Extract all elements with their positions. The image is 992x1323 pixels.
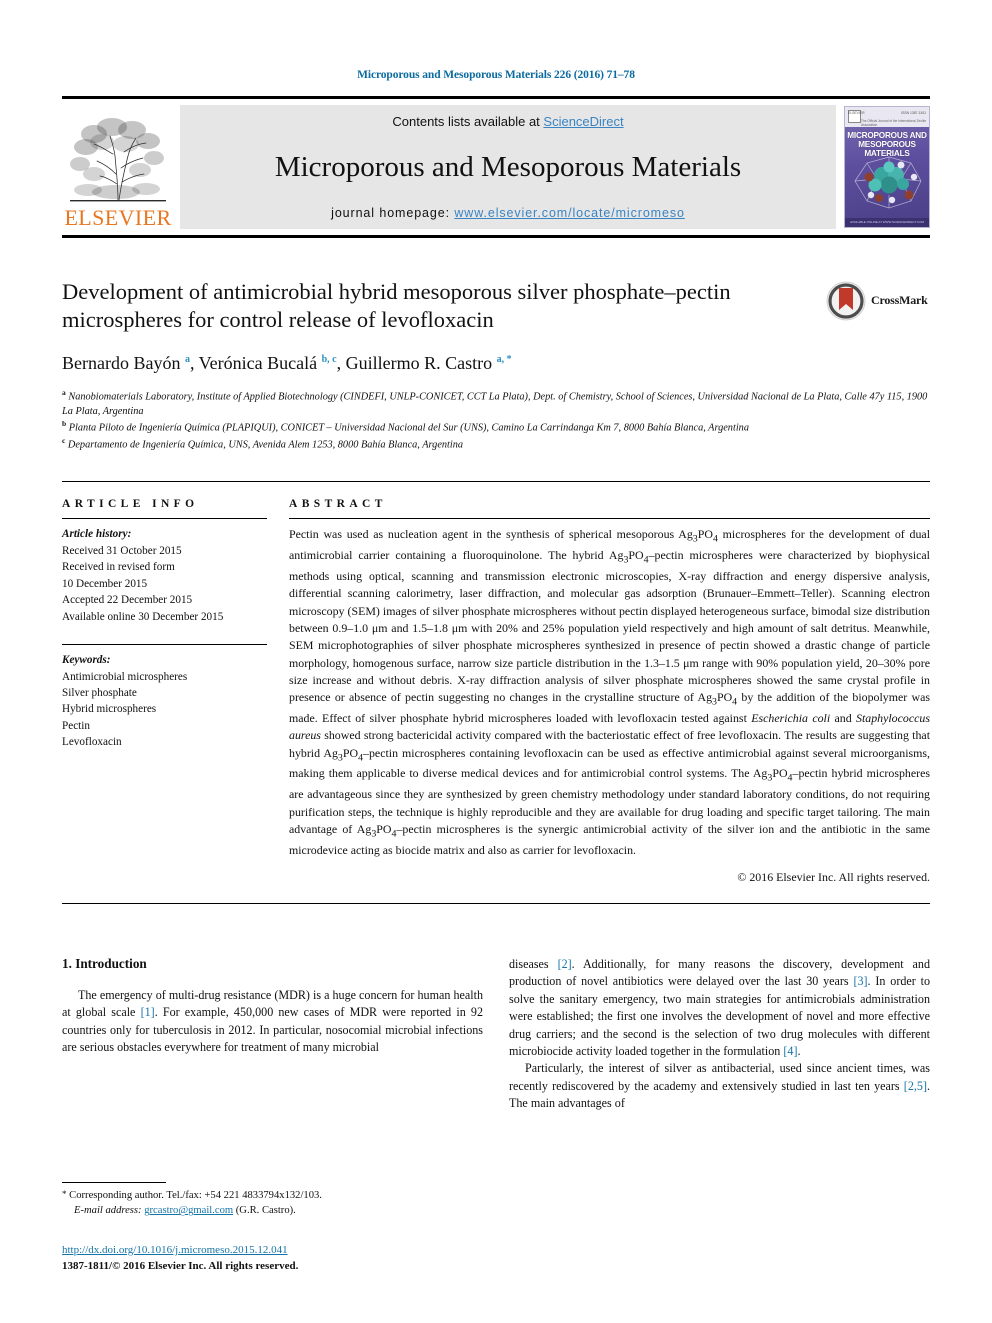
info-abstract-region: ARTICLE INFO Article history: Received 3… — [62, 481, 930, 885]
body-column-right: diseases [2]. Additionally, for many rea… — [509, 956, 930, 1113]
crossmark-label: CrossMark — [871, 293, 928, 307]
article-info-rule — [62, 518, 267, 520]
journal-title: Microporous and Mesoporous Materials — [274, 150, 742, 183]
contents-line: Contents lists available at ScienceDirec… — [392, 114, 623, 129]
intro-paragraph-right-1: diseases [2]. Additionally, for many rea… — [509, 956, 931, 1058]
article-history-item: Available online 30 December 2015 — [62, 610, 224, 623]
affiliation-item: b Planta Piloto de Ingeniería Química (P… — [62, 419, 749, 434]
cover-top-left-text: ELSEVIER — [848, 110, 865, 115]
affiliation-marker: c — [62, 436, 66, 446]
article-first-page: Microporous and Mesoporous Materials 226… — [0, 0, 992, 1323]
title-block: CrossMark Development of antimicrobial h… — [62, 278, 930, 454]
section-heading-introduction: 1. Introduction — [62, 955, 147, 971]
sciencedirect-link[interactable]: ScienceDirect — [543, 114, 623, 129]
author-list: Bernardo Bayón a, Verónica Bucalá b, c, … — [62, 353, 512, 374]
elsevier-wordmark: ELSEVIER — [64, 204, 172, 230]
footer-doi-region: http://dx.doi.org/10.1016/j.micromeso.20… — [62, 1243, 298, 1275]
corresponding-author-line: * Corresponding author. Tel./fax: +54 22… — [62, 1189, 322, 1201]
keyword-item: Antimicrobial microspheres — [62, 670, 188, 683]
keyword-item: Silver phosphate — [62, 687, 137, 700]
footnote-rule — [62, 1182, 166, 1183]
abstract-column: ABSTRACT Pectin was used as nucleation a… — [289, 498, 930, 885]
cover-subtitle: The Official Journal of the Internationa… — [861, 118, 927, 127]
abstract-rule — [289, 518, 930, 520]
article-info-column: ARTICLE INFO Article history: Received 3… — [62, 498, 267, 885]
page-title: Development of antimicrobial hybrid meso… — [62, 278, 731, 333]
keywords-label: Keywords: — [62, 654, 111, 667]
journal-masthead: ELSEVIER Contents lists available at Sci… — [62, 95, 930, 238]
cover-header-band: ELSEVIER ISSN 1387-1811 The Official Jou… — [845, 106, 929, 127]
elsevier-tree-icon — [66, 114, 170, 206]
cover-footer-band: AVAILABLE ONLINE AT WWW.SCIENCEDIRECT.CO… — [845, 217, 929, 227]
article-history-block: Article history: Received 31 October 201… — [62, 526, 267, 625]
body-columns: 1. Introduction The emergency of multi-d… — [62, 956, 930, 1113]
article-history-label: Article history: — [62, 528, 132, 541]
email-link[interactable]: grcastro@gmail.com — [144, 1205, 233, 1216]
cover-molecule-artwork — [854, 156, 922, 208]
journal-homepage-link[interactable]: www.elsevier.com/locate/micromeso — [454, 206, 684, 220]
abstract-heading: ABSTRACT — [289, 498, 387, 511]
keywords-block: Keywords: Antimicrobial microspheres Silv… — [62, 652, 267, 751]
journal-homepage-line: journal homepage: www.elsevier.com/locat… — [331, 206, 685, 220]
affiliation-item: a Nanobiomaterials Laboratory, Institute… — [62, 387, 928, 417]
article-info-heading: ARTICLE INFO — [62, 498, 199, 511]
affiliation-item: c Departamento de Ingeniería Química, UN… — [62, 436, 464, 451]
affiliation-marker: a — [62, 387, 66, 397]
abstract-bottom-rule — [62, 902, 930, 904]
elsevier-logo: ELSEVIER — [62, 105, 174, 229]
intro-paragraph-right-2: Particularly, the interest of silver as … — [509, 1061, 930, 1111]
abstract-text: Pectin was used as nucleation agent in t… — [289, 527, 931, 857]
keyword-item: Hybrid microspheres — [62, 703, 157, 716]
cover-top-right-text: ISSN 1387-1811 — [901, 110, 926, 115]
issn-copyright-line: 1387-1811/© 2016 Elsevier Inc. All right… — [62, 1259, 299, 1272]
crossmark-badge[interactable]: CrossMark — [826, 280, 930, 322]
email-line: E-mail address: grcastro@gmail.com (G.R.… — [62, 1203, 482, 1218]
affiliation-marker: b — [62, 419, 67, 429]
running-head: Microporous and Mesoporous Materials 226… — [357, 69, 635, 81]
journal-cover-thumbnail: ELSEVIER ISSN 1387-1811 The Official Jou… — [844, 105, 930, 228]
homepage-prefix: journal homepage: — [331, 205, 455, 220]
affiliation-list: a Nanobiomaterials Laboratory, Institute… — [62, 388, 930, 454]
sciencedirect-banner: Contents lists available at ScienceDirec… — [180, 104, 836, 229]
article-history-item: Accepted 22 December 2015 — [62, 594, 193, 607]
article-history-items: Received 31 October 2015 Received in revi… — [62, 543, 267, 625]
doi-link[interactable]: http://dx.doi.org/10.1016/j.micromeso.20… — [62, 1244, 288, 1256]
email-label: E-mail address: — [74, 1205, 142, 1217]
keyword-item: Levofloxacin — [62, 736, 122, 749]
keywords-rule — [62, 644, 267, 646]
corresponding-author-note: * Corresponding author. Tel./fax: +54 22… — [62, 1188, 482, 1219]
article-history-item: Received 31 October 2015 — [62, 544, 182, 557]
crossmark-icon — [826, 281, 866, 320]
keyword-item: Pectin — [62, 719, 90, 732]
article-history-item: Received in revised form — [62, 561, 175, 574]
abstract-copyright: © 2016 Elsevier Inc. All rights reserved… — [737, 869, 930, 884]
intro-paragraph-left: The emergency of multi-drug resistance (… — [62, 987, 483, 1055]
contents-prefix: Contents lists available at — [392, 113, 544, 129]
body-column-left: 1. Introduction The emergency of multi-d… — [62, 956, 483, 1113]
footnote-region: * Corresponding author. Tel./fax: +54 22… — [62, 1182, 482, 1219]
article-history-item: 10 December 2015 — [62, 577, 148, 590]
keyword-items: Antimicrobial microspheres Silver phospha… — [62, 669, 267, 751]
email-suffix: (G.R. Castro). — [235, 1205, 296, 1217]
